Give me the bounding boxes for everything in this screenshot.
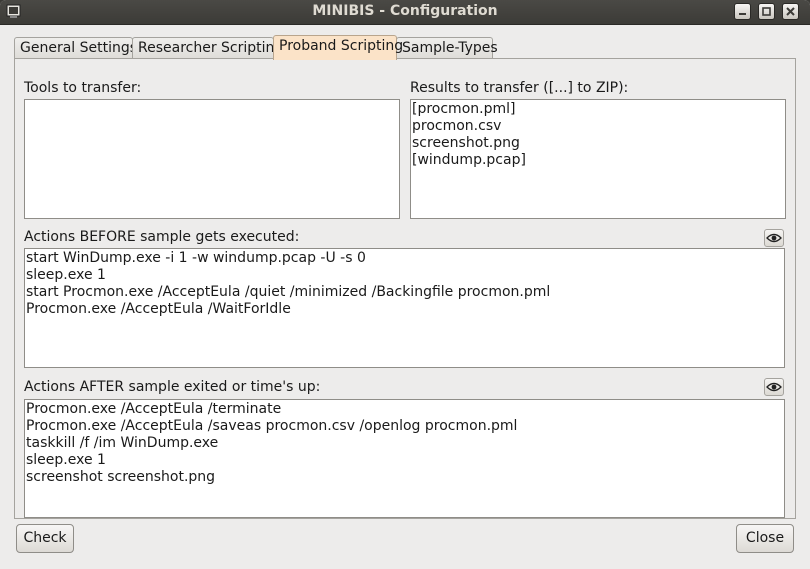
results-label: Results to transfer ([...] to ZIP):: [410, 80, 629, 96]
script-line: Procmon.exe /AcceptEula /terminate: [26, 401, 282, 417]
title-bar[interactable]: MINIBIS - Configuration: [0, 0, 810, 25]
maximize-icon[interactable]: [758, 3, 775, 20]
script-line: taskkill /f /im WinDump.exe: [26, 435, 219, 451]
tab-researcher-scripting[interactable]: Researcher Scripting: [132, 37, 283, 59]
after-actions-editor[interactable]: Procmon.exe /AcceptEula /terminate Procm…: [24, 399, 785, 518]
close-icon[interactable]: [782, 3, 799, 20]
tools-list[interactable]: [24, 99, 400, 219]
script-line: start Procmon.exe /AcceptEula /quiet /mi…: [26, 284, 551, 300]
after-actions-label: Actions AFTER sample exited or time's up…: [24, 379, 321, 395]
list-item[interactable]: procmon.csv: [412, 118, 784, 135]
minimize-icon[interactable]: [734, 3, 751, 20]
before-actions-label: Actions BEFORE sample gets executed:: [24, 229, 300, 245]
eye-icon[interactable]: [764, 229, 784, 247]
tab-sample-types[interactable]: Sample-Types: [396, 37, 498, 59]
script-line: start WinDump.exe -i 1 -w windump.pcap -…: [26, 250, 366, 266]
tab-proband-scripting[interactable]: Proband Scripting: [273, 35, 403, 60]
results-list[interactable]: [procmon.pml] procmon.csv screenshot.png…: [410, 99, 786, 219]
tab-general-settings[interactable]: General Settings: [14, 37, 137, 59]
script-line: screenshot screenshot.png: [26, 469, 216, 485]
list-item[interactable]: [procmon.pml]: [412, 101, 784, 118]
before-actions-editor[interactable]: start WinDump.exe -i 1 -w windump.pcap -…: [24, 248, 785, 368]
script-line: Procmon.exe /AcceptEula /WaitForIdle: [26, 301, 291, 317]
eye-icon[interactable]: [764, 378, 784, 396]
script-line: sleep.exe 1: [26, 452, 106, 468]
script-line: sleep.exe 1: [26, 267, 106, 283]
close-button[interactable]: Close: [736, 524, 794, 553]
list-item[interactable]: [windump.pcap]: [412, 152, 784, 169]
list-item[interactable]: screenshot.png: [412, 135, 784, 152]
window-title: MINIBIS - Configuration: [312, 3, 498, 19]
proband-scripting-panel: Tools to transfer: Results to transfer (…: [14, 58, 796, 519]
check-button[interactable]: Check: [16, 524, 74, 553]
configuration-window: MINIBIS - Configuration General Settings…: [0, 0, 810, 569]
tools-label: Tools to transfer:: [24, 80, 142, 96]
script-line: Procmon.exe /AcceptEula /saveas procmon.…: [26, 418, 518, 434]
